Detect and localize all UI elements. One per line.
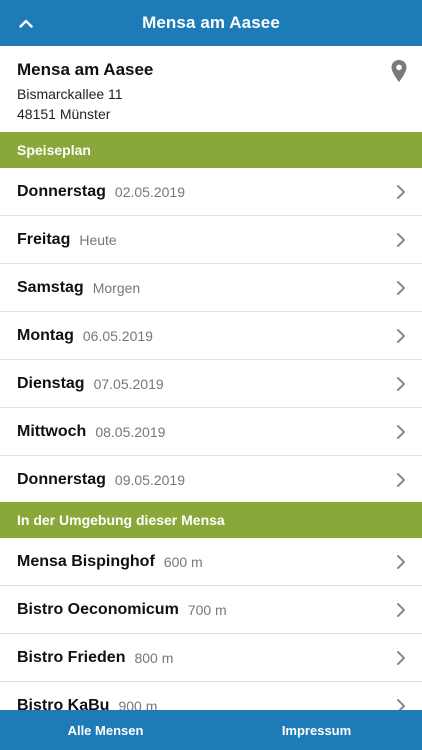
chevron-right-icon xyxy=(397,603,405,617)
nearby-row[interactable]: Bistro Frieden 800 m xyxy=(0,634,422,682)
chevron-up-icon xyxy=(19,19,33,28)
nearby-name: Bistro Oeconomicum xyxy=(17,600,179,618)
day-date: 07.05.2019 xyxy=(93,375,164,392)
day-date: 06.05.2019 xyxy=(82,327,153,344)
nearby-name: Mensa Bispinghof xyxy=(17,552,155,570)
day-date: Heute xyxy=(79,231,117,248)
mensa-name: Mensa am Aasee xyxy=(17,60,154,79)
chevron-right-icon xyxy=(397,281,405,295)
day-name: Freitag xyxy=(17,230,71,248)
day-name: Samstag xyxy=(17,278,84,296)
day-row[interactable]: Mittwoch 08.05.2019 xyxy=(0,408,422,456)
collapse-button[interactable] xyxy=(12,9,40,37)
nearby-name: Bistro Frieden xyxy=(17,648,126,666)
nearby-row[interactable]: Mensa Bispinghof 600 m xyxy=(0,538,422,586)
mensa-info-card: Mensa am Aasee Bismarckallee 11 48151 Mü… xyxy=(0,46,422,132)
all-mensen-button[interactable]: Alle Mensen xyxy=(0,710,211,750)
day-row[interactable]: Freitag Heute xyxy=(0,216,422,264)
day-row[interactable]: Dienstag 07.05.2019 xyxy=(0,360,422,408)
impressum-button[interactable]: Impressum xyxy=(211,710,422,750)
day-date: 08.05.2019 xyxy=(95,423,166,440)
day-date: 09.05.2019 xyxy=(114,471,185,488)
nearby-distance: 600 m xyxy=(163,553,203,570)
header-bar: Mensa am Aasee xyxy=(0,0,422,46)
nearby-list: Mensa Bispinghof 600 m Bistro Oeconomicu… xyxy=(0,538,422,730)
section-header-speiseplan: Speiseplan xyxy=(0,132,422,168)
day-date: 02.05.2019 xyxy=(114,183,185,200)
nearby-distance: 800 m xyxy=(134,649,174,666)
section-header-nearby: In der Umgebung dieser Mensa xyxy=(0,502,422,538)
day-name: Montag xyxy=(17,326,74,344)
location-pin-icon[interactable] xyxy=(390,59,408,83)
chevron-right-icon xyxy=(397,425,405,439)
day-date: Morgen xyxy=(92,279,141,296)
page-title: Mensa am Aasee xyxy=(142,13,280,32)
mensa-street: Bismarckallee 11 xyxy=(17,86,123,102)
chevron-right-icon xyxy=(397,185,405,199)
nearby-distance: 700 m xyxy=(187,601,227,618)
day-row[interactable]: Donnerstag 09.05.2019 xyxy=(0,456,422,504)
day-name: Dienstag xyxy=(17,374,85,392)
day-row[interactable]: Samstag Morgen xyxy=(0,264,422,312)
mensa-city: 48151 Münster xyxy=(17,106,111,122)
bottom-tab-bar: Alle Mensen Impressum xyxy=(0,710,422,750)
day-row[interactable]: Donnerstag 02.05.2019 xyxy=(0,168,422,216)
chevron-right-icon xyxy=(397,555,405,569)
chevron-right-icon xyxy=(397,377,405,391)
day-row[interactable]: Montag 06.05.2019 xyxy=(0,312,422,360)
nearby-row[interactable]: Bistro Oeconomicum 700 m xyxy=(0,586,422,634)
chevron-right-icon xyxy=(397,329,405,343)
day-name: Donnerstag xyxy=(17,182,106,200)
chevron-right-icon xyxy=(397,651,405,665)
chevron-right-icon xyxy=(397,233,405,247)
day-name: Mittwoch xyxy=(17,422,87,440)
day-list: Donnerstag 02.05.2019 Freitag Heute Sams… xyxy=(0,168,422,504)
chevron-right-icon xyxy=(397,473,405,487)
day-name: Donnerstag xyxy=(17,470,106,488)
